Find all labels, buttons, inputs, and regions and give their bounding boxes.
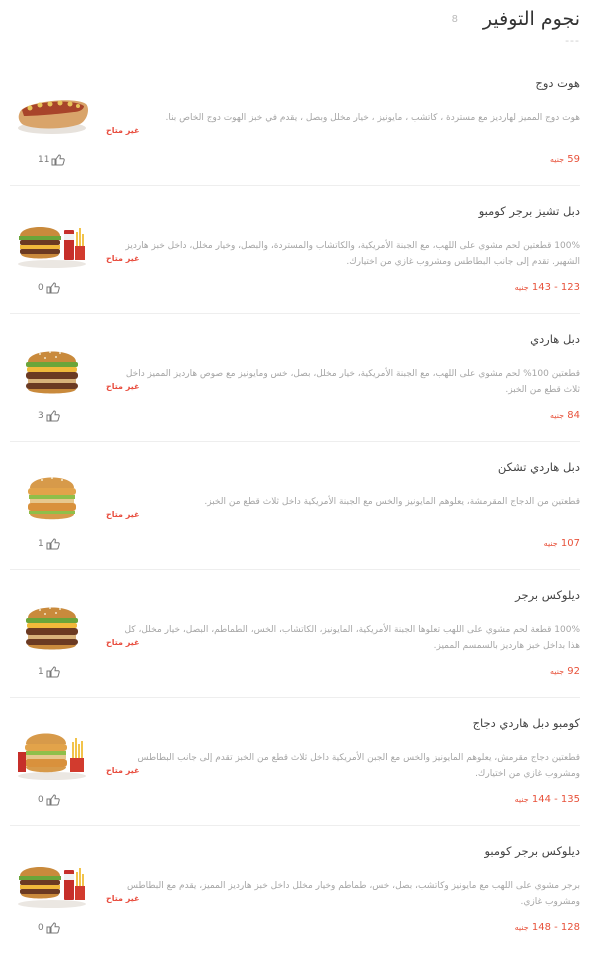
price-value: 92 (567, 666, 580, 677)
menu-item[interactable]: هوت دوج هوت دوج المميز لهارديز مع مستردة… (10, 58, 580, 186)
price-value: 59 (567, 154, 580, 165)
like-count: 3 (38, 411, 44, 421)
like-count: 11 (38, 155, 50, 165)
item-image[interactable] (14, 724, 90, 784)
like-count: 0 (38, 283, 44, 293)
price-currency: جنيه (514, 795, 529, 804)
menu-item[interactable]: ديلوكس برجر كومبو برجر مشوي على اللهب مع… (10, 826, 580, 953)
item-image[interactable] (14, 84, 90, 144)
price-value: 123 - 143 (531, 282, 580, 293)
item-name[interactable]: دبل تشيز برجر كومبو (479, 204, 580, 218)
item-image[interactable] (14, 852, 90, 912)
item-description: قطعتين دجاج مقرمش، يعلوهم المايونيز والخ… (137, 753, 580, 779)
like-count: 1 (38, 667, 44, 677)
like-button[interactable]: 1 (38, 538, 60, 550)
item-price: 123 - 143 جنيه (515, 282, 580, 293)
item-price: 107 جنيه (544, 538, 580, 549)
price-currency: جنيه (543, 539, 558, 548)
price-currency: جنيه (550, 411, 565, 420)
availability-badge: غير متاح (106, 894, 140, 903)
price-currency: جنيه (550, 667, 565, 676)
like-button[interactable]: 1 (38, 666, 60, 678)
item-name[interactable]: دبل هاردي (530, 332, 580, 346)
item-price: 128 - 148 جنيه (515, 922, 580, 933)
item-description: قطعتين من الدجاج المقرمشة، يعلوهم المايو… (204, 497, 580, 507)
price-value: 107 (560, 538, 580, 549)
item-description: قطعتين 100% لحم مشوي على اللهب، مع الجبن… (125, 369, 580, 395)
item-image[interactable] (14, 340, 90, 400)
item-description: هوت دوج المميز لهارديز مع مستردة ، كاتشب… (165, 113, 580, 123)
availability-badge: غير متاح (106, 382, 140, 391)
price-value: 128 - 148 (531, 922, 580, 933)
thumbs-up-icon (46, 282, 60, 294)
item-price: 84 جنيه (550, 410, 580, 421)
item-description: 100% قطعتين لحم مشوي على اللهب، مع الجبن… (125, 241, 580, 267)
item-name[interactable]: ديلوكس برجر كومبو (484, 844, 580, 858)
thumbs-up-icon (51, 154, 66, 166)
like-count: 0 (38, 795, 44, 805)
item-image[interactable] (14, 212, 90, 272)
availability-badge: غير متاح (106, 510, 140, 519)
price-value: 84 (567, 410, 580, 421)
price-currency: جنيه (550, 155, 565, 164)
item-description: 100% قطعة لحم مشوي على اللهب تعلوها الجب… (124, 625, 580, 651)
price-currency: جنيه (514, 923, 529, 932)
item-name[interactable]: هوت دوج (535, 76, 580, 90)
item-price: 92 جنيه (550, 666, 580, 677)
thumbs-up-icon (46, 666, 60, 678)
item-image[interactable] (14, 468, 90, 528)
availability-badge: غير متاح (106, 254, 140, 263)
section-divider: --- (565, 34, 580, 47)
item-description: برجر مشوي على اللهب مع مايونيز وكاتشب، ب… (126, 881, 580, 907)
item-name[interactable]: دبل هاردي تشكن (498, 460, 580, 474)
menu-item[interactable]: كومبو دبل هاردي دجاج قطعتين دجاج مقرمش، … (10, 698, 580, 826)
menu-page: نجوم التوفير 8 --- هوت دوج هوت دوج الممي… (0, 0, 594, 950)
item-price: 59 جنيه (550, 154, 580, 165)
section-item-count: 8 (451, 14, 458, 25)
menu-item[interactable]: دبل هاردي تشكن قطعتين من الدجاج المقرمشة… (10, 442, 580, 570)
menu-item[interactable]: دبل تشيز برجر كومبو 100% قطعتين لحم مشوي… (10, 186, 580, 314)
thumbs-up-icon (46, 922, 60, 934)
price-currency: جنيه (514, 283, 529, 292)
availability-badge: غير متاح (106, 766, 140, 775)
menu-item[interactable]: ديلوكس برجر 100% قطعة لحم مشوي على اللهب… (10, 570, 580, 698)
thumbs-up-icon (46, 794, 60, 806)
item-name[interactable]: ديلوكس برجر (515, 588, 580, 602)
thumbs-up-icon (46, 410, 60, 422)
availability-badge: غير متاح (106, 126, 140, 135)
like-button[interactable]: 3 (38, 410, 60, 422)
menu-item-list: هوت دوج هوت دوج المميز لهارديز مع مستردة… (10, 58, 580, 953)
availability-badge: غير متاح (106, 638, 140, 647)
item-name[interactable]: كومبو دبل هاردي دجاج (473, 716, 580, 730)
item-price: 135 - 144 جنيه (515, 794, 580, 805)
like-count: 0 (38, 923, 44, 933)
section-header: نجوم التوفير 8 --- (14, 0, 580, 52)
like-button[interactable]: 0 (38, 282, 60, 294)
like-button[interactable]: 11 (38, 154, 66, 166)
item-image[interactable] (14, 596, 90, 656)
like-button[interactable]: 0 (38, 794, 60, 806)
price-value: 135 - 144 (531, 794, 580, 805)
menu-item[interactable]: دبل هاردي قطعتين 100% لحم مشوي على اللهب… (10, 314, 580, 442)
like-count: 1 (38, 539, 44, 549)
thumbs-up-icon (46, 538, 60, 550)
section-title: نجوم التوفير (482, 8, 580, 30)
like-button[interactable]: 0 (38, 922, 60, 934)
